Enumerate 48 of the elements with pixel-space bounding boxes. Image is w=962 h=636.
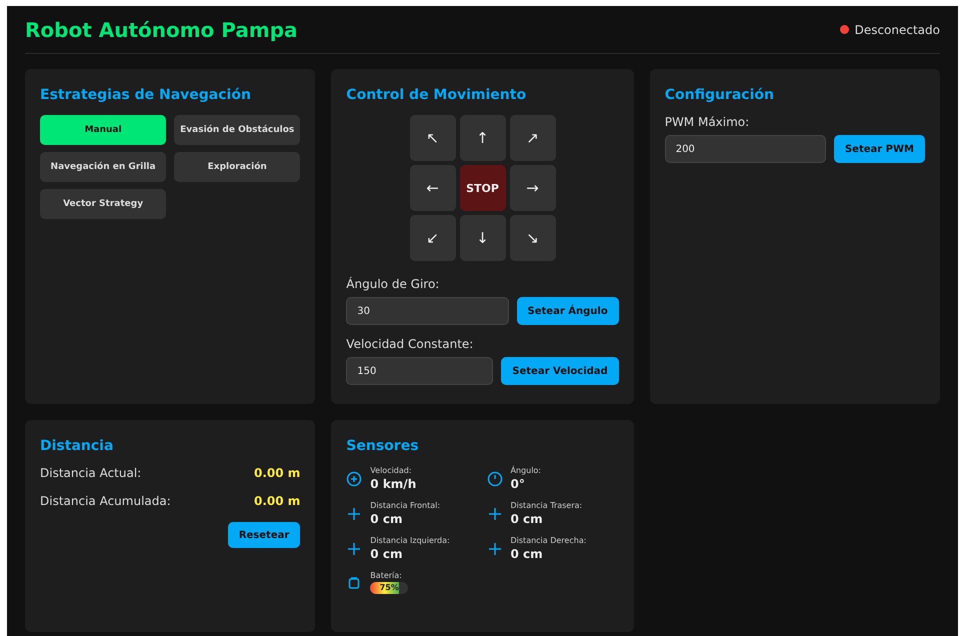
- sensor-label: Distancia Trasera:: [510, 501, 582, 510]
- direction-button[interactable]: ↘: [510, 215, 556, 261]
- sensor-value: 0 cm: [370, 547, 404, 561]
- field-label: PWM Máximo:: [664, 115, 750, 129]
- sensor-label: Distancia Derecha:: [510, 536, 586, 545]
- set-button[interactable]: Setear PWM: [834, 135, 925, 163]
- direction-button[interactable]: ↙: [410, 215, 456, 261]
- reset-button[interactable]: Resetear: [228, 522, 300, 548]
- field-label: Velocidad Constante:: [346, 337, 474, 351]
- direction-button[interactable]: ↗: [510, 115, 556, 161]
- field-label: Ángulo de Giro:: [346, 277, 440, 291]
- direction-button[interactable]: →: [510, 165, 556, 211]
- card-title: Sensores: [346, 438, 420, 454]
- sensor-value: 0°: [510, 477, 526, 491]
- direction-button[interactable]: ↖: [410, 115, 456, 161]
- input-field[interactable]: 200: [664, 135, 826, 163]
- card-title: Configuración: [664, 87, 775, 103]
- card-title: Estrategias de Navegación: [40, 87, 252, 103]
- strategy-button[interactable]: Vector Strategy: [40, 189, 166, 219]
- status-text: Desconectado: [854, 22, 940, 36]
- card-title: Control de Movimiento: [346, 87, 528, 103]
- set-button[interactable]: Setear Ángulo: [516, 297, 619, 325]
- strategy-button[interactable]: Evasión de Obstáculos: [174, 115, 300, 145]
- sensor-label: Ángulo:: [510, 466, 542, 475]
- stop-button[interactable]: STOP: [460, 165, 506, 211]
- strategy-button[interactable]: Exploración: [174, 152, 300, 182]
- sensor-value: 0 cm: [510, 547, 544, 561]
- input-field[interactable]: 150: [346, 357, 494, 385]
- input-field[interactable]: 30: [346, 297, 509, 325]
- sensor-value: 0 km/h: [370, 477, 416, 491]
- direction-button[interactable]: ↓: [460, 215, 506, 261]
- app-title: Robot Autónomo Pampa: [25, 18, 298, 42]
- distance-label: Distancia Actual:: [40, 466, 142, 480]
- strategy-button[interactable]: Navegación en Grilla: [40, 152, 166, 182]
- sensor-label: Batería:: [370, 571, 403, 580]
- direction-button[interactable]: ←: [410, 165, 456, 211]
- sensor-label: Distancia Frontal:: [370, 501, 440, 510]
- sensor-label: Velocidad:: [370, 466, 413, 475]
- distance-value: 0.00 m: [254, 466, 300, 480]
- sensor-value: 0 cm: [370, 512, 404, 526]
- distance-value: 0.00 m: [254, 494, 300, 508]
- direction-button[interactable]: ↑: [460, 115, 506, 161]
- sensor-label: Distancia Izquierda:: [370, 536, 450, 545]
- strategy-button[interactable]: Manual: [40, 115, 166, 145]
- card-title: Distancia: [40, 438, 114, 454]
- sensor-value: 0 cm: [510, 512, 544, 526]
- set-button[interactable]: Setear Velocidad: [501, 357, 619, 385]
- distance-label: Distancia Acumulada:: [40, 494, 171, 508]
